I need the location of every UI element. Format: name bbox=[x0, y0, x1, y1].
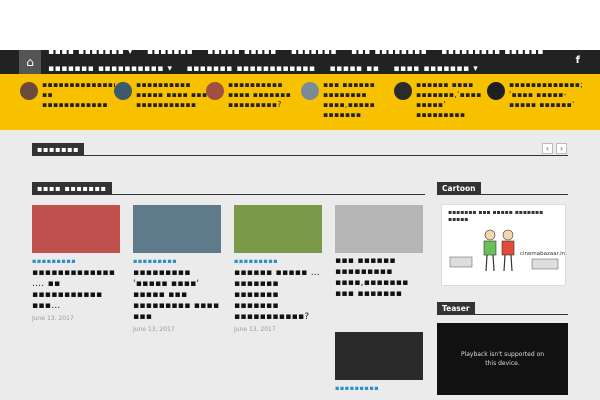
ticker-item[interactable]: ▪▪▪▪▪▪▪▪▪▪▪▪▪▪… ▪▪ ▪▪▪▪▪▪▪▪▪▪▪▪ bbox=[20, 80, 115, 124]
cartoon-watermark: cinemabazaar.in bbox=[520, 251, 566, 257]
ticker-avatar bbox=[394, 82, 412, 100]
prev-arrow-icon[interactable]: ‹ bbox=[542, 143, 553, 154]
section-divider bbox=[32, 155, 568, 156]
top-header-strip bbox=[0, 0, 600, 50]
nav-item[interactable]: ▪▪▪ ▪▪▪▪▪▪▪▪ bbox=[351, 47, 427, 57]
nav-row-1: ▪▪▪▪ ▪▪▪▪▪▪▪ ▾ ▪▪▪▪▪▪▪ ▪▪▪▪▪ ▪▪▪▪▪ ▪▪▪▪▪… bbox=[48, 47, 544, 57]
teaser-video-player[interactable]: Playback isn't supported on this device. bbox=[437, 323, 568, 395]
ticker-avatar bbox=[487, 82, 505, 100]
nav-item[interactable]: ▪▪▪▪▪ ▪▪ bbox=[330, 64, 380, 74]
nav-item[interactable]: ▪▪▪▪▪▪▪ bbox=[291, 47, 337, 57]
ticker-avatar bbox=[114, 82, 132, 100]
next-arrow-icon[interactable]: › bbox=[556, 143, 567, 154]
section-divider bbox=[32, 194, 425, 195]
nav-item[interactable]: ▪▪▪▪ ▪▪▪▪▪▪▪ ▾ bbox=[48, 47, 133, 57]
news-ticker: ▪▪▪▪▪▪▪▪▪▪▪▪▪▪… ▪▪ ▪▪▪▪▪▪▪▪▪▪▪▪ ▪▪▪▪▪▪▪▪… bbox=[0, 74, 600, 130]
nav-row-2: ▪▪▪▪▪▪▪ ▪▪▪▪▪▪▪▪▪▪ ▾ ▪▪▪▪▪▪▪ ▪▪▪▪▪▪▪▪▪▪▪… bbox=[48, 64, 478, 74]
article-thumbnail[interactable] bbox=[335, 205, 423, 253]
section-heading-news: ▪▪▪▪ ▪▪▪▪▪▪▪ bbox=[32, 182, 112, 194]
article-title[interactable]: ▪▪▪ ▪▪▪▪▪▪ ▪▪▪▪▪▪▪▪▪ ▪▪▪▪,▪▪▪▪▪▪▪ ▪▪▪ ▪▪… bbox=[335, 256, 425, 300]
nav-item[interactable]: ▪▪▪▪ ▪▪▪▪▪▪▪ ▾ bbox=[393, 64, 478, 74]
sidebar-divider bbox=[437, 314, 568, 315]
main-navigation: ⌂ ▪▪▪▪ ▪▪▪▪▪▪▪ ▾ ▪▪▪▪▪▪▪ ▪▪▪▪▪ ▪▪▪▪▪ ▪▪▪… bbox=[0, 47, 600, 74]
article-card[interactable]: ▪▪▪▪▪▪▪▪▪ ▪▪▪▪▪▪ ▪▪▪▪▪ … ▪▪▪▪▪▪▪ ▪▪▪▪▪▪▪… bbox=[234, 205, 324, 333]
cartoon-image[interactable]: ▪▪▪▪▪▪▪ ▪▪▪ ▪▪▪▪▪ ▪▪▪▪▪▪▪ ▪▪▪▪▪ cinemaba… bbox=[441, 204, 566, 286]
ticker-avatar bbox=[20, 82, 38, 100]
ticker-item[interactable]: ▪▪▪ ▪▪▪▪▪▪ ▪▪▪▪▪▪▪▪ ▪▪▪▪,▪▪▪▪▪ ▪▪▪▪▪▪▪ bbox=[301, 80, 396, 124]
teaser-heading: Teaser bbox=[437, 302, 475, 314]
ticker-title[interactable]: ▪▪▪▪▪▪▪▪▪▪ ▪▪▪▪▪ ▪▪▪▪ ▪▪▪ ▪▪▪▪▪▪▪▪▪▪▪ bbox=[136, 80, 209, 124]
article-card[interactable]: ▪▪▪ ▪▪▪▪▪▪ ▪▪▪▪▪▪▪▪▪ ▪▪▪▪,▪▪▪▪▪▪▪ ▪▪▪ ▪▪… bbox=[335, 205, 425, 300]
nav-item[interactable]: ▪▪▪▪▪▪▪ bbox=[147, 47, 193, 57]
nav-item[interactable]: ▪▪▪▪▪▪▪ ▪▪▪▪▪▪▪▪▪▪▪▪ bbox=[186, 64, 315, 74]
article-date: June 13, 2017 bbox=[32, 315, 74, 322]
article-thumbnail[interactable] bbox=[133, 205, 221, 253]
article-thumbnail[interactable] bbox=[32, 205, 120, 253]
facebook-icon[interactable]: f bbox=[576, 55, 580, 66]
article-title[interactable]: ▪▪▪▪▪▪▪▪▪ '▪▪▪▪▪ ▪▪▪▪' ▪▪▪▪▪ ▪▪▪ ▪▪▪▪▪▪▪… bbox=[133, 268, 223, 323]
article-title[interactable]: ▪▪▪▪▪▪ ▪▪▪▪▪ … ▪▪▪▪▪▪▪ ▪▪▪▪▪▪▪ ▪▪▪▪▪▪▪ ▪… bbox=[234, 268, 324, 323]
home-icon[interactable]: ⌂ bbox=[19, 50, 41, 74]
article-card[interactable]: ▪▪▪▪▪▪▪▪▪ bbox=[335, 332, 425, 392]
ticker-item[interactable]: ▪▪▪▪▪▪▪▪▪▪ ▪▪▪▪▪ ▪▪▪▪ ▪▪▪ ▪▪▪▪▪▪▪▪▪▪▪ bbox=[114, 80, 209, 124]
ticker-item[interactable]: ▪▪▪▪▪▪ ▪▪▪▪ ▪▪▪▪▪▪▪,'▪▪▪▪ ▪▪▪▪▪' ▪▪▪▪▪▪▪… bbox=[394, 80, 489, 124]
playback-message: Playback isn't supported on this device. bbox=[460, 351, 545, 367]
article-category[interactable]: ▪▪▪▪▪▪▪▪▪ bbox=[335, 384, 425, 392]
article-card[interactable]: ▪▪▪▪▪▪▪▪▪ ▪▪▪▪▪▪▪▪▪ '▪▪▪▪▪ ▪▪▪▪' ▪▪▪▪▪ ▪… bbox=[133, 205, 223, 333]
ticker-title[interactable]: ▪▪▪▪▪▪▪▪▪▪▪▪▪▪… ▪▪ ▪▪▪▪▪▪▪▪▪▪▪▪ bbox=[42, 80, 115, 124]
ticker-title[interactable]: ▪▪▪▪▪▪▪▪▪▪ ▪▪▪▪ ▪▪▪▪▪▪▪ ▪▪▪▪▪▪▪▪▪? bbox=[228, 80, 301, 124]
cartoon-heading: Cartoon bbox=[437, 182, 481, 194]
ticker-avatar bbox=[301, 82, 319, 100]
cartoon-caption: ▪▪▪▪▪▪▪ ▪▪▪ ▪▪▪▪▪ ▪▪▪▪▪▪▪ ▪▪▪▪▪ bbox=[448, 209, 544, 223]
article-date: June 13, 2017 bbox=[234, 326, 276, 333]
article-category[interactable]: ▪▪▪▪▪▪▪▪▪ bbox=[133, 257, 223, 265]
article-thumbnail[interactable] bbox=[335, 332, 423, 380]
ticker-title[interactable]: ▪▪▪▪▪▪ ▪▪▪▪ ▪▪▪▪▪▪▪,'▪▪▪▪ ▪▪▪▪▪' ▪▪▪▪▪▪▪… bbox=[416, 80, 489, 124]
article-thumbnail[interactable] bbox=[234, 205, 322, 253]
nav-item[interactable]: ▪▪▪▪▪▪▪▪▪ ▪▪▪▪▪▪ bbox=[441, 47, 544, 57]
ticker-title[interactable]: ▪▪▪▪▪▪▪▪▪▪▪▪▪; '▪▪▪▪ ▪▪▪▪▪- ▪▪▪▪▪ ▪▪▪▪▪▪… bbox=[509, 80, 587, 124]
nav-item[interactable]: ▪▪▪▪▪ ▪▪▪▪▪ bbox=[207, 47, 277, 57]
ticker-title[interactable]: ▪▪▪ ▪▪▪▪▪▪ ▪▪▪▪▪▪▪▪ ▪▪▪▪,▪▪▪▪▪ ▪▪▪▪▪▪▪ bbox=[323, 80, 396, 124]
ticker-item[interactable]: ▪▪▪▪▪▪▪▪▪▪▪▪▪; '▪▪▪▪ ▪▪▪▪▪- ▪▪▪▪▪ ▪▪▪▪▪▪… bbox=[487, 80, 587, 124]
ticker-item[interactable]: ▪▪▪▪▪▪▪▪▪▪ ▪▪▪▪ ▪▪▪▪▪▪▪ ▪▪▪▪▪▪▪▪▪? bbox=[206, 80, 301, 124]
sidebar-divider bbox=[437, 194, 568, 195]
nav-item[interactable]: ▪▪▪▪▪▪▪ ▪▪▪▪▪▪▪▪▪▪ ▾ bbox=[48, 64, 172, 74]
article-date: June 13, 2017 bbox=[133, 326, 175, 333]
article-title[interactable]: ▪▪▪▪▪▪▪▪▪▪▪▪▪ …. ▪▪ ▪▪▪▪▪▪▪▪▪▪▪ ▪▪▪… bbox=[32, 268, 122, 312]
article-category[interactable]: ▪▪▪▪▪▪▪▪▪ bbox=[32, 257, 122, 265]
article-category[interactable]: ▪▪▪▪▪▪▪▪▪ bbox=[234, 257, 324, 265]
article-card[interactable]: ▪▪▪▪▪▪▪▪▪ ▪▪▪▪▪▪▪▪▪▪▪▪▪ …. ▪▪ ▪▪▪▪▪▪▪▪▪▪… bbox=[32, 205, 122, 322]
section-heading-top: ▪▪▪▪▪▪▪ bbox=[32, 143, 85, 155]
ticker-avatar bbox=[206, 82, 224, 100]
